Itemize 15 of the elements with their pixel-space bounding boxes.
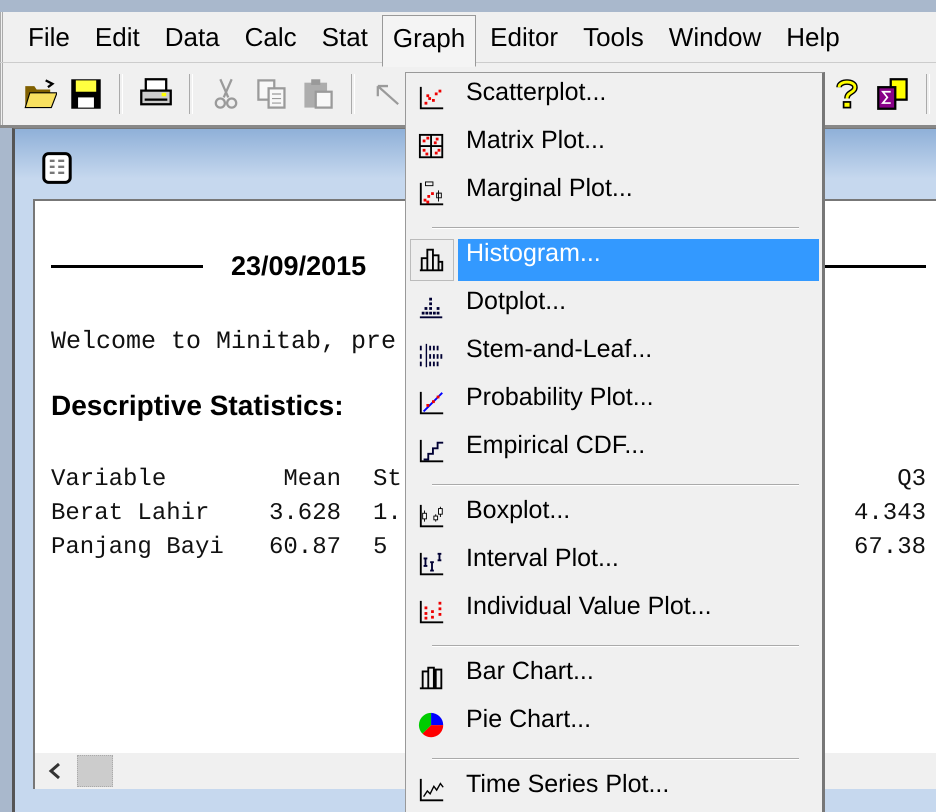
column-header: Mean [282,464,341,494]
section-heading: Descriptive Statistics: [51,390,344,422]
table-cell-text: 5 [372,532,388,562]
welcome-text: Welcome to Minitab, pre [51,327,396,356]
table-cell-text: 4.343 [852,498,926,528]
column-header: St [372,464,403,494]
table-cell-text: 67.38 [852,532,926,562]
table-cell-text: 1. [372,498,403,528]
date-header: 23/09/2015 [231,250,366,282]
column-header: Q3 [896,464,926,494]
column-header: Variable [51,464,168,494]
table-cell-text: Panjang Bayi [51,532,225,562]
table-cell-text: Berat Lahir [51,498,210,528]
table-cell-text: 60.87 [268,532,341,562]
table-cell-text: 3.628 [268,498,341,528]
